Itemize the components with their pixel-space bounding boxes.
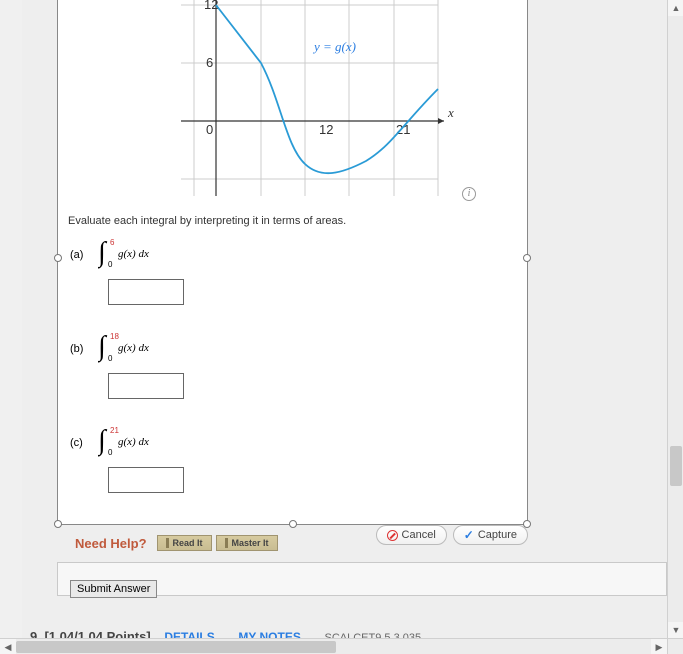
resize-handle-left[interactable] — [54, 254, 62, 262]
part-b-label: (b) — [70, 343, 83, 355]
resize-handle-bottom[interactable] — [289, 520, 297, 528]
master-it-button[interactable]: Master It — [216, 535, 278, 551]
resize-handle-right[interactable] — [523, 254, 531, 262]
part-c-integral: ∫ 21 0 g(x) dx — [98, 425, 188, 460]
y-tick-6: 6 — [206, 55, 213, 70]
svg-text:g(x) dx: g(x) dx — [118, 342, 149, 354]
x-tick-12: 12 — [319, 122, 333, 137]
cancel-icon — [387, 530, 398, 541]
capture-button[interactable]: ✓ Capture — [453, 525, 528, 545]
svg-text:0: 0 — [108, 354, 113, 363]
svg-text:g(x) dx: g(x) dx — [118, 248, 149, 260]
svg-text:∫: ∫ — [98, 237, 108, 269]
resize-handle-bottom-left[interactable] — [54, 520, 62, 528]
content-scroll-area: 12 6 0 12 21 y = g(x) x i Evaluate each … — [0, 0, 667, 638]
svg-text:6: 6 — [110, 238, 115, 247]
need-help-label: Need Help? — [75, 536, 147, 551]
read-it-button[interactable]: Read It — [157, 535, 212, 551]
svg-text:∫: ∫ — [98, 331, 108, 363]
x-axis-var: x — [447, 105, 454, 120]
scroll-right-arrow[interactable]: ▶ — [651, 639, 667, 654]
horizontal-scroll-thumb[interactable] — [16, 641, 336, 653]
vertical-scroll-track[interactable] — [668, 16, 683, 622]
part-c-answer-input[interactable] — [108, 467, 184, 493]
x-tick-21: 21 — [396, 122, 410, 137]
next-q-number: 9. — [30, 629, 41, 638]
question-container: 12 6 0 12 21 y = g(x) x i Evaluate each … — [57, 0, 528, 525]
part-a-label: (a) — [70, 249, 83, 261]
svg-text:18: 18 — [110, 332, 119, 341]
svg-text:0: 0 — [108, 448, 113, 457]
scroll-down-arrow[interactable]: ▼ — [668, 622, 683, 638]
check-icon: ✓ — [464, 528, 474, 542]
vertical-scroll-thumb[interactable] — [670, 446, 682, 486]
submit-answer-button[interactable]: Submit Answer — [70, 580, 157, 598]
next-question-header: 9. [1.04/1.04 Points] DETAILS MY NOTES S… — [30, 629, 667, 638]
part-a-answer-input[interactable] — [108, 279, 184, 305]
scroll-up-arrow[interactable]: ▲ — [668, 0, 683, 16]
graph: 12 6 0 12 21 y = g(x) x i — [116, 0, 466, 199]
scroll-left-arrow[interactable]: ◀ — [0, 639, 16, 654]
svg-text:21: 21 — [110, 426, 119, 435]
next-q-points: [1.04/1.04 Points] — [44, 629, 150, 638]
scrollbar-corner — [667, 638, 683, 654]
vertical-scrollbar[interactable]: ▲ ▼ — [667, 0, 683, 638]
help-row: Need Help? Read It Master It Cancel ✓ Ca… — [57, 531, 528, 555]
horizontal-scrollbar[interactable]: ◀ ▶ — [0, 638, 667, 654]
viewport: 12 6 0 12 21 y = g(x) x i Evaluate each … — [0, 0, 683, 654]
svg-text:∫: ∫ — [98, 425, 108, 457]
part-a-integral: ∫ 6 0 g(x) dx — [98, 237, 188, 272]
x-tick-0: 0 — [206, 122, 213, 137]
details-link[interactable]: DETAILS — [154, 630, 224, 638]
graph-svg: 12 6 0 12 21 y = g(x) x — [116, 0, 456, 196]
instruction-text: Evaluate each integral by interpreting i… — [68, 215, 346, 227]
horizontal-scroll-track[interactable] — [16, 639, 651, 654]
part-b-answer-input[interactable] — [108, 373, 184, 399]
function-label: y = g(x) — [312, 39, 356, 54]
svg-text:0: 0 — [108, 260, 113, 269]
svg-text:g(x) dx: g(x) dx — [118, 436, 149, 448]
cancel-button[interactable]: Cancel — [376, 525, 447, 545]
my-notes-link[interactable]: MY NOTES — [228, 630, 310, 638]
graph-info-icon[interactable]: i — [462, 187, 476, 201]
part-c-label: (c) — [70, 437, 83, 449]
part-b-integral: ∫ 18 0 g(x) dx — [98, 331, 188, 366]
